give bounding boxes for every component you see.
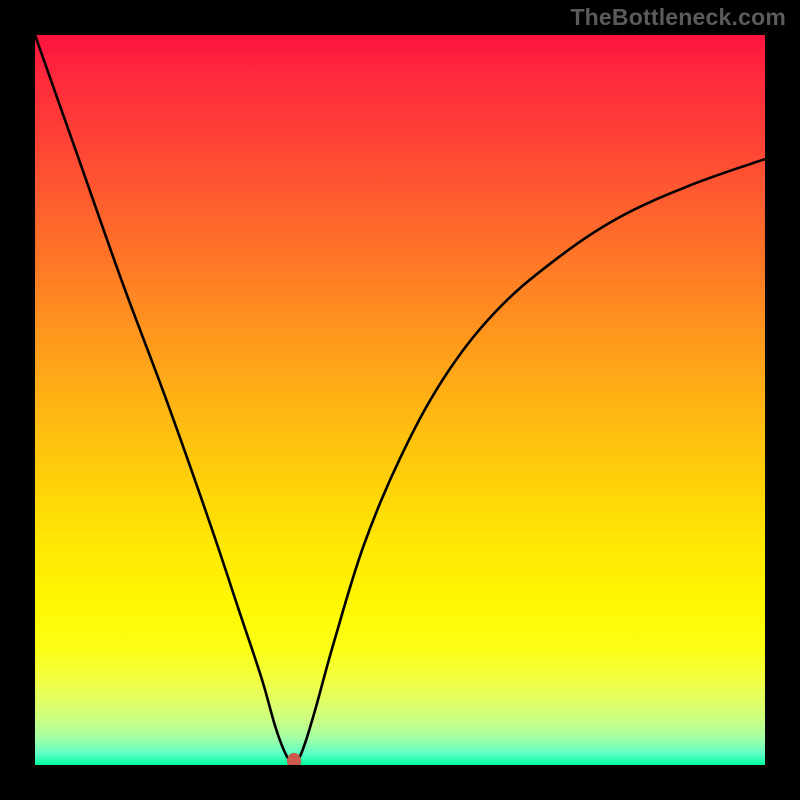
chart-frame: TheBottleneck.com	[0, 0, 800, 800]
watermark-text: TheBottleneck.com	[570, 4, 786, 31]
minimum-marker-icon	[287, 753, 301, 765]
bottleneck-curve	[35, 35, 765, 765]
plot-area	[35, 35, 765, 765]
